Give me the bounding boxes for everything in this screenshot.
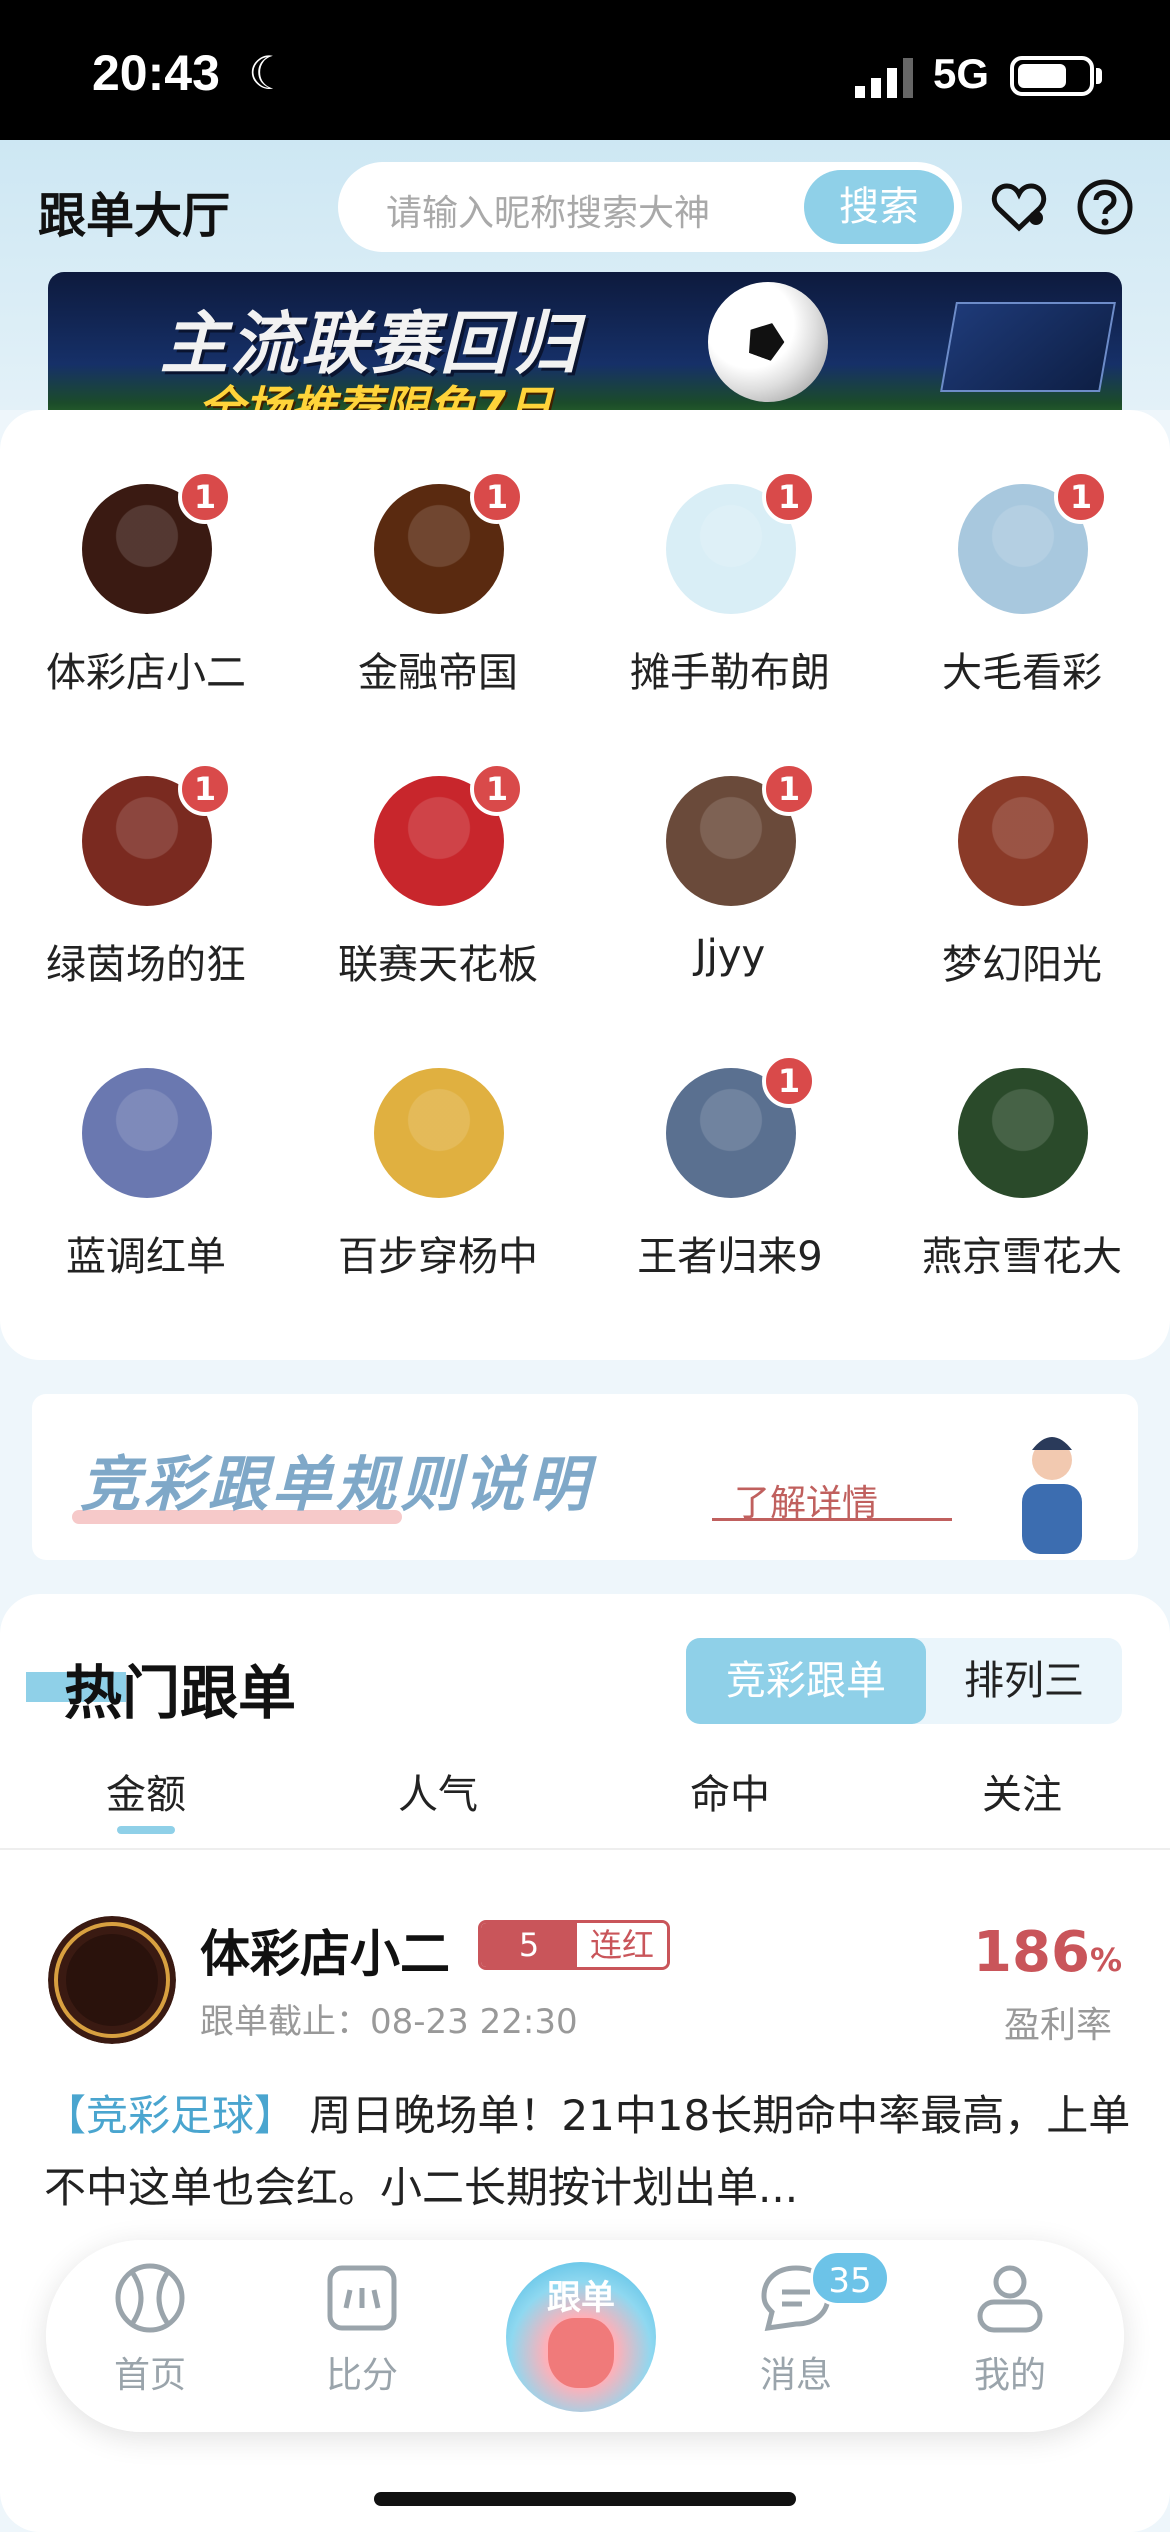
master-avatar (958, 776, 1088, 906)
post-avatar[interactable] (48, 1916, 176, 2044)
help-icon[interactable] (1076, 178, 1134, 236)
segment-jingcai[interactable]: 竞彩跟单 (686, 1638, 926, 1724)
master-name: 梦幻阳光 (942, 942, 1102, 988)
soccer-ball-icon (708, 282, 828, 402)
master-item[interactable]: 百步穿杨中 (292, 1068, 584, 1308)
streak-count: 5 (481, 1923, 577, 1967)
moon-icon: ☾ (248, 46, 290, 100)
person-illustration-icon (1022, 1437, 1082, 1554)
notification-badge: 1 (1054, 470, 1108, 524)
nav-mine[interactable]: 我的 (930, 2260, 1090, 2398)
master-name: 绿茵场的狂 (46, 942, 246, 988)
status-time: 20:43 (92, 45, 220, 101)
mascot-icon (548, 2318, 614, 2388)
master-name: 联赛天花板 (338, 942, 538, 988)
master-avatar (82, 1068, 212, 1198)
nav-follow-center[interactable]: 跟单 (506, 2262, 656, 2412)
master-item[interactable]: 1 绿茵场的狂 (0, 762, 292, 1016)
nav-home[interactable]: 首页 (70, 2260, 230, 2398)
category-switch: 竞彩跟单 排列三 (686, 1638, 1122, 1724)
favorite-heart-icon[interactable] (990, 178, 1048, 236)
signal-icon (855, 58, 913, 98)
post-content[interactable]: 【竞彩足球】 周日晚场单！21中18长期命中率最高，上单不中这单也会红。小二长期… (44, 2080, 1134, 2224)
search-button[interactable]: 搜索 (804, 170, 954, 244)
master-item[interactable]: 1 联赛天花板 (292, 762, 584, 1016)
notification-badge: 1 (178, 762, 232, 816)
master-item[interactable]: 1 Jjyy (584, 762, 876, 1016)
master-name: 燕京雪花大 (922, 1234, 1122, 1280)
streak-label: 连红 (577, 1923, 667, 1967)
notification-badge: 1 (178, 470, 232, 524)
status-bar: 20:43 ☾ 5G (0, 0, 1170, 140)
home-ball-icon (115, 2263, 185, 2333)
rules-title: 竞彩跟单规则说明 (80, 1450, 592, 1520)
notification-badge: 1 (762, 1054, 816, 1108)
master-avatar (374, 1068, 504, 1198)
notification-badge: 1 (470, 762, 524, 816)
home-indicator (374, 2492, 796, 2506)
bottom-nav: 首页 比分 跟单 消息 35 我的 (46, 2240, 1124, 2432)
battery-icon (1010, 56, 1094, 96)
streak-badge: 5 连红 (478, 1920, 670, 1970)
scoreboard-graphic (940, 302, 1116, 392)
profit-label: 盈利率 (1003, 2005, 1112, 2046)
tab-amount[interactable]: 金额 (0, 1762, 292, 1820)
tab-follow[interactable]: 关注 (876, 1762, 1168, 1820)
post-tag: 【竞彩足球】 (44, 2091, 297, 2140)
master-name: 体彩店小二 (46, 650, 246, 696)
search-bar[interactable]: 请输入昵称搜索大神 搜索 (338, 162, 962, 252)
master-item[interactable]: 1 体彩店小二 (0, 470, 292, 724)
master-name: 大毛看彩 (942, 650, 1102, 696)
profile-icon (977, 2265, 1043, 2333)
master-item[interactable]: 蓝调红单 (0, 1068, 292, 1308)
master-name: 金融帝国 (358, 650, 518, 696)
master-avatar (958, 1068, 1088, 1198)
rules-banner[interactable]: 竞彩跟单规则说明 了解详情 (32, 1394, 1138, 1560)
notification-badge: 1 (762, 470, 816, 524)
tab-hit[interactable]: 命中 (584, 1762, 876, 1820)
search-input[interactable]: 请输入昵称搜索大神 (386, 184, 710, 236)
notification-badge: 1 (762, 762, 816, 816)
page-title: 跟单大厅 (38, 188, 231, 244)
master-item[interactable]: 燕京雪花大 (876, 1068, 1168, 1308)
master-name: 蓝调红单 (66, 1234, 226, 1280)
master-item[interactable]: 1 王者归来9 (584, 1054, 876, 1308)
master-name: Jjyy (694, 932, 766, 978)
tab-popularity[interactable]: 人气 (292, 1762, 584, 1820)
profit-rate: 186% (973, 1920, 1122, 1985)
master-item[interactable]: 梦幻阳光 (876, 776, 1168, 1016)
arrow-icon (712, 1518, 952, 1521)
master-name: 摊手勒布朗 (630, 650, 830, 696)
master-item[interactable]: 1 金融帝国 (292, 470, 584, 724)
network-type: 5G (933, 50, 990, 97)
nav-score[interactable]: 比分 (282, 2260, 442, 2398)
master-name: 百步穿杨中 (338, 1234, 538, 1280)
master-item[interactable]: 1 大毛看彩 (876, 470, 1168, 724)
segment-pailie3[interactable]: 排列三 (926, 1638, 1122, 1724)
tab-indicator (117, 1826, 175, 1834)
master-name: 王者归来9 (637, 1234, 823, 1280)
post-author[interactable]: 体彩店小二 (200, 1914, 450, 1986)
notification-badge: 1 (470, 470, 524, 524)
masters-grid: 1 体彩店小二 1 金融帝国 1 摊手勒布朗 1 大毛看彩 1 绿茵场的狂 1 联赛天花板 1 Jjyy 梦… (0, 410, 1170, 1360)
messages-badge: 35 (810, 2250, 890, 2306)
post-deadline: 跟单截止：08-23 22:30 (200, 2002, 578, 2042)
hot-title: 热门跟单 (64, 1659, 297, 1727)
score-icon (327, 2265, 397, 2331)
master-item[interactable]: 1 摊手勒布朗 (584, 470, 876, 724)
